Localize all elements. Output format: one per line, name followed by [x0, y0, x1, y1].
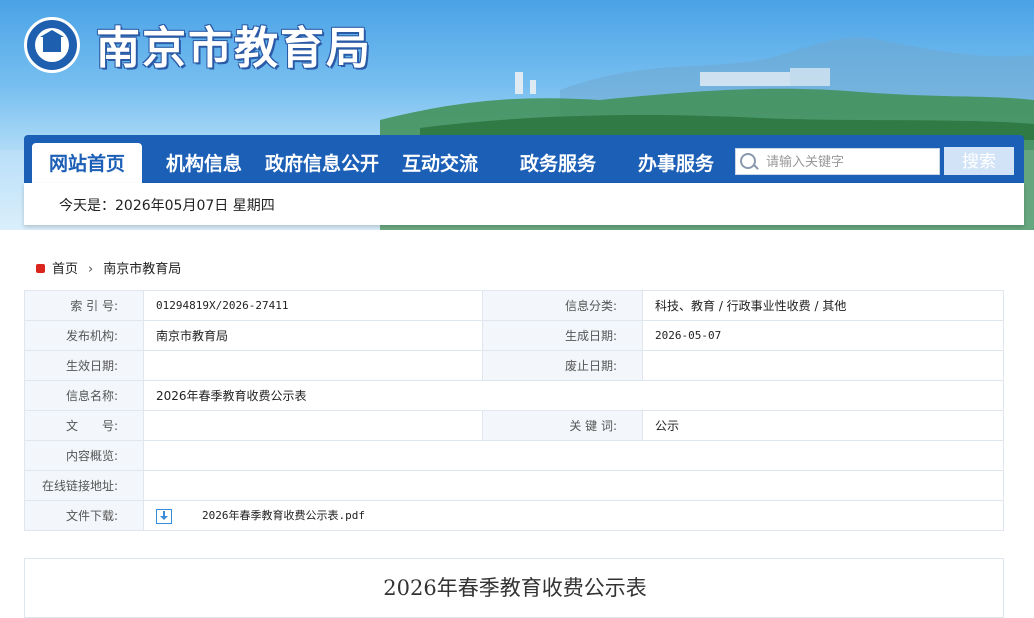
table-row: 生效日期: 废止日期: — [24, 350, 1004, 381]
nav-item-interaction[interactable]: 互动交流 — [394, 135, 486, 183]
category-value: 科技、教育 / 行政事业性收费 / 其他 — [642, 290, 1004, 321]
doc-no-label: 文 号: — [24, 410, 144, 441]
document-body: 2026年春季教育收费公示表 — [24, 558, 1004, 618]
link-value — [143, 470, 1004, 501]
publisher-label: 发布机构: — [24, 320, 144, 351]
download-icon[interactable] — [156, 508, 172, 524]
search-icon — [740, 153, 756, 169]
search-button[interactable]: 搜索 — [944, 147, 1014, 175]
expired-date-label: 废止日期: — [482, 350, 643, 381]
table-row: 索 引 号: 01294819X/2026-27411 信息分类: 科技、教育 … — [24, 290, 1004, 321]
nav-item-gov-info[interactable]: 政府信息公开 — [262, 135, 382, 183]
breadcrumb-home[interactable]: 首页 — [52, 262, 78, 277]
location-icon — [36, 264, 45, 273]
doc-no-value — [143, 410, 483, 441]
summary-value — [143, 440, 1004, 471]
index-no-value: 01294819X/2026-27411 — [143, 290, 483, 321]
effective-date-label: 生效日期: — [24, 350, 144, 381]
expired-date-value — [642, 350, 1004, 381]
table-row: 信息名称: 2026年春季教育收费公示表 — [24, 380, 1004, 411]
search-box — [735, 148, 940, 176]
bureau-logo — [24, 17, 80, 73]
table-row: 文件下载: 2026年春季教育收费公示表.pdf — [24, 500, 1004, 531]
table-row: 文 号: 关 键 词: 公示 — [24, 410, 1004, 441]
download-file-link[interactable]: 2026年春季教育收费公示表.pdf — [202, 509, 365, 522]
info-table: 索 引 号: 01294819X/2026-27411 信息分类: 科技、教育 … — [24, 290, 1004, 531]
effective-date-value — [143, 350, 483, 381]
table-row: 内容概览: — [24, 440, 1004, 471]
download-label: 文件下载: — [24, 500, 144, 531]
info-name-value: 2026年春季教育收费公示表 — [143, 380, 1004, 411]
site-title: 南京市教育局 — [96, 23, 372, 74]
summary-label: 内容概览: — [24, 440, 144, 471]
search-input[interactable] — [764, 149, 938, 176]
breadcrumb-current[interactable]: 南京市教育局 — [103, 262, 181, 277]
document-title: 2026年春季教育收费公示表 — [383, 576, 647, 600]
keywords-value: 公示 — [642, 410, 1004, 441]
index-no-label: 索 引 号: — [24, 290, 144, 321]
created-date-value: 2026-05-07 — [642, 320, 1004, 351]
category-label: 信息分类: — [482, 290, 643, 321]
nav-item-institutions[interactable]: 机构信息 — [154, 135, 254, 183]
nav-item-home[interactable]: 网站首页 — [32, 143, 142, 183]
download-cell: 2026年春季教育收费公示表.pdf — [143, 500, 1004, 531]
date-bar: 今天是：2026年05月07日 星期四 — [24, 183, 1024, 225]
chevron-right-icon: › — [88, 262, 94, 277]
nav-item-gov-services[interactable]: 政务服务 — [512, 135, 604, 183]
current-date: 今天是：2026年05月07日 星期四 — [59, 198, 275, 214]
link-label: 在线链接地址: — [24, 470, 144, 501]
keywords-label: 关 键 词: — [482, 410, 643, 441]
nav-item-affairs[interactable]: 办事服务 — [630, 135, 722, 183]
table-row: 发布机构: 南京市教育局 生成日期: 2026-05-07 — [24, 320, 1004, 351]
created-date-label: 生成日期: — [482, 320, 643, 351]
publisher-value: 南京市教育局 — [143, 320, 483, 351]
table-row: 在线链接地址: — [24, 470, 1004, 501]
info-name-label: 信息名称: — [24, 380, 144, 411]
breadcrumb: 首页 › 南京市教育局 — [36, 258, 181, 278]
